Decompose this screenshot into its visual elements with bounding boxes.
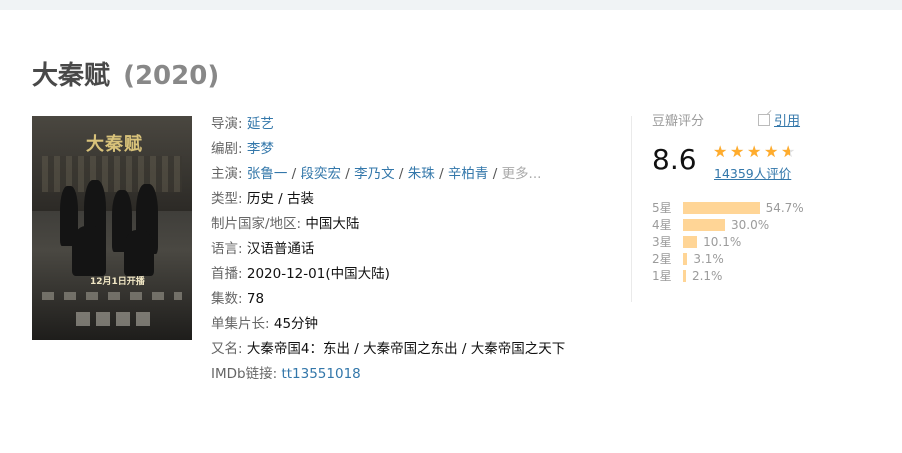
star-icon: ★ ★: [713, 143, 730, 161]
rating-source-label: 豆瓣评分: [652, 114, 705, 129]
rating-bar: [683, 236, 698, 248]
info-row-runtime: 单集片长: 45分钟: [211, 312, 611, 337]
imdb-link[interactable]: tt13551018: [281, 366, 360, 382]
rating-bar-row: 5星 54.7%: [652, 200, 822, 217]
poster-cast-names: [42, 292, 182, 300]
cast-link[interactable]: 辛柏青: [448, 166, 489, 182]
writer-label: 编剧:: [211, 141, 243, 157]
rating-bar-percent: 10.1%: [703, 235, 742, 249]
aka-value: 大秦帝国4：东出 / 大秦帝国之东出 / 大秦帝国之天下: [246, 341, 566, 357]
rating-bar-label: 5星: [652, 201, 672, 215]
info-row-country: 制片国家/地区: 中国大陆: [211, 212, 611, 237]
poster-figure: [72, 226, 106, 276]
writer-link[interactable]: 李梦: [247, 141, 274, 157]
cite-label: 引用: [774, 114, 801, 129]
info-row-episodes: 集数: 78: [211, 287, 611, 312]
rating-bar-label: 3星: [652, 235, 672, 249]
star-icon: ★ ★: [747, 143, 764, 161]
runtime-label: 单集片长:: [211, 316, 270, 332]
rating-bar: [683, 202, 760, 214]
poster-title: 大秦赋: [86, 134, 143, 155]
imdb-label: IMDb链接:: [211, 366, 278, 382]
rating-bar: [683, 219, 725, 231]
info-row-language: 语言: 汉语普通话: [211, 237, 611, 262]
episodes-label: 集数:: [211, 291, 243, 307]
premiere-value: 2020-12-01(中国大陆): [246, 266, 390, 282]
rating-bar-label: 2星: [652, 252, 672, 266]
genre-value: 历史 / 古装: [246, 191, 314, 207]
show-title: 大秦赋: [32, 61, 111, 91]
cast-more-link[interactable]: 更多...: [502, 166, 542, 182]
cast-link[interactable]: 朱珠: [408, 166, 435, 182]
star-fill: ★: [781, 143, 790, 161]
episodes-value: 78: [246, 291, 265, 307]
rating-bar: [683, 253, 688, 265]
star-icon: ★ ★: [781, 142, 796, 161]
external-link-icon: [758, 114, 770, 126]
info-row-cast: 主演: 张鲁一 / 段奕宏 / 李乃文 / 朱珠 / 辛柏青 / 更多...: [211, 166, 542, 182]
info-row-imdb: IMDb链接: tt13551018: [211, 362, 611, 387]
language-value: 汉语普通话: [246, 241, 315, 257]
genre-label: 类型:: [211, 191, 243, 207]
rating-bar-percent: 30.0%: [731, 218, 770, 232]
rating-panel: 豆瓣评分 引用 8.6 ★ ★ ★ ★ ★ ★ ★ ★ ★ ★ 14359人评价: [652, 112, 812, 181]
star-icon: ★ ★: [764, 143, 781, 161]
rating-bar-percent: 2.1%: [691, 269, 723, 283]
poster-figure: [124, 230, 154, 276]
runtime-value: 45分钟: [273, 316, 319, 332]
rating-bar-row: 4星 30.0%: [652, 217, 822, 234]
info-row-director: 导演: 延艺: [211, 112, 611, 137]
aka-label: 又名:: [211, 341, 243, 357]
rating-header: 豆瓣评分 引用: [652, 112, 812, 132]
cast-link[interactable]: 段奕宏: [301, 166, 342, 182]
cast-label: 主演:: [211, 166, 243, 182]
cast-link[interactable]: 张鲁一: [247, 166, 288, 182]
divider: [631, 116, 632, 302]
star-rating: ★ ★ ★ ★ ★ ★ ★ ★ ★ ★: [713, 142, 805, 161]
info-row-premiere: 首播: 2020-12-01(中国大陆): [211, 262, 611, 287]
country-label: 制片国家/地区:: [211, 216, 302, 232]
language-label: 语言:: [211, 241, 243, 257]
info-row-writer: 编剧: 李梦: [211, 137, 611, 162]
rating-distribution: 5星 54.7% 4星 30.0% 3星 10.1% 2星 3.1% 1星 2.1%: [652, 200, 822, 285]
info-row-aka: 又名: 大秦帝国4：东出 / 大秦帝国之东出 / 大秦帝国之天下: [211, 337, 606, 362]
premiere-label: 首播:: [211, 266, 243, 282]
poster-date: 12月1日开播: [90, 277, 145, 287]
country-value: 中国大陆: [305, 216, 360, 232]
poster-image[interactable]: 大秦赋 12月1日开播: [32, 116, 192, 340]
rating-score: 8.6: [652, 143, 697, 176]
rating-bar-row: 2星 3.1%: [652, 251, 822, 268]
rating-bar-label: 4星: [652, 218, 672, 232]
director-link[interactable]: 延艺: [247, 116, 274, 132]
star-fill: ★: [713, 143, 728, 161]
star-fill: ★: [764, 143, 779, 161]
show-year: (2020): [123, 61, 220, 91]
rating-bar: [683, 270, 686, 282]
star-fill: ★: [730, 143, 745, 161]
poster-logos: [76, 312, 156, 326]
page-title: 大秦赋 (2020): [32, 56, 219, 96]
top-bar: [0, 0, 902, 10]
cast-link[interactable]: 李乃文: [354, 166, 395, 182]
rating-bar-percent: 54.7%: [765, 201, 804, 215]
star-fill: ★: [747, 143, 762, 161]
votes-link[interactable]: 14359人评价: [714, 163, 791, 182]
rating-bar-label: 1星: [652, 269, 672, 283]
rating-bar-row: 3星 10.1%: [652, 234, 822, 251]
cite-link[interactable]: 引用: [758, 112, 800, 132]
star-icon: ★ ★: [730, 143, 747, 161]
info-panel: 导演: 延艺 编剧: 李梦 主演: 张鲁一 / 段奕宏 / 李乃文 / 朱珠 /…: [211, 112, 611, 387]
rating-bar-percent: 3.1%: [693, 252, 724, 266]
rating-bar-row: 1星 2.1%: [652, 268, 822, 285]
info-row-genre: 类型: 历史 / 古装: [211, 187, 611, 212]
director-label: 导演:: [211, 116, 243, 132]
